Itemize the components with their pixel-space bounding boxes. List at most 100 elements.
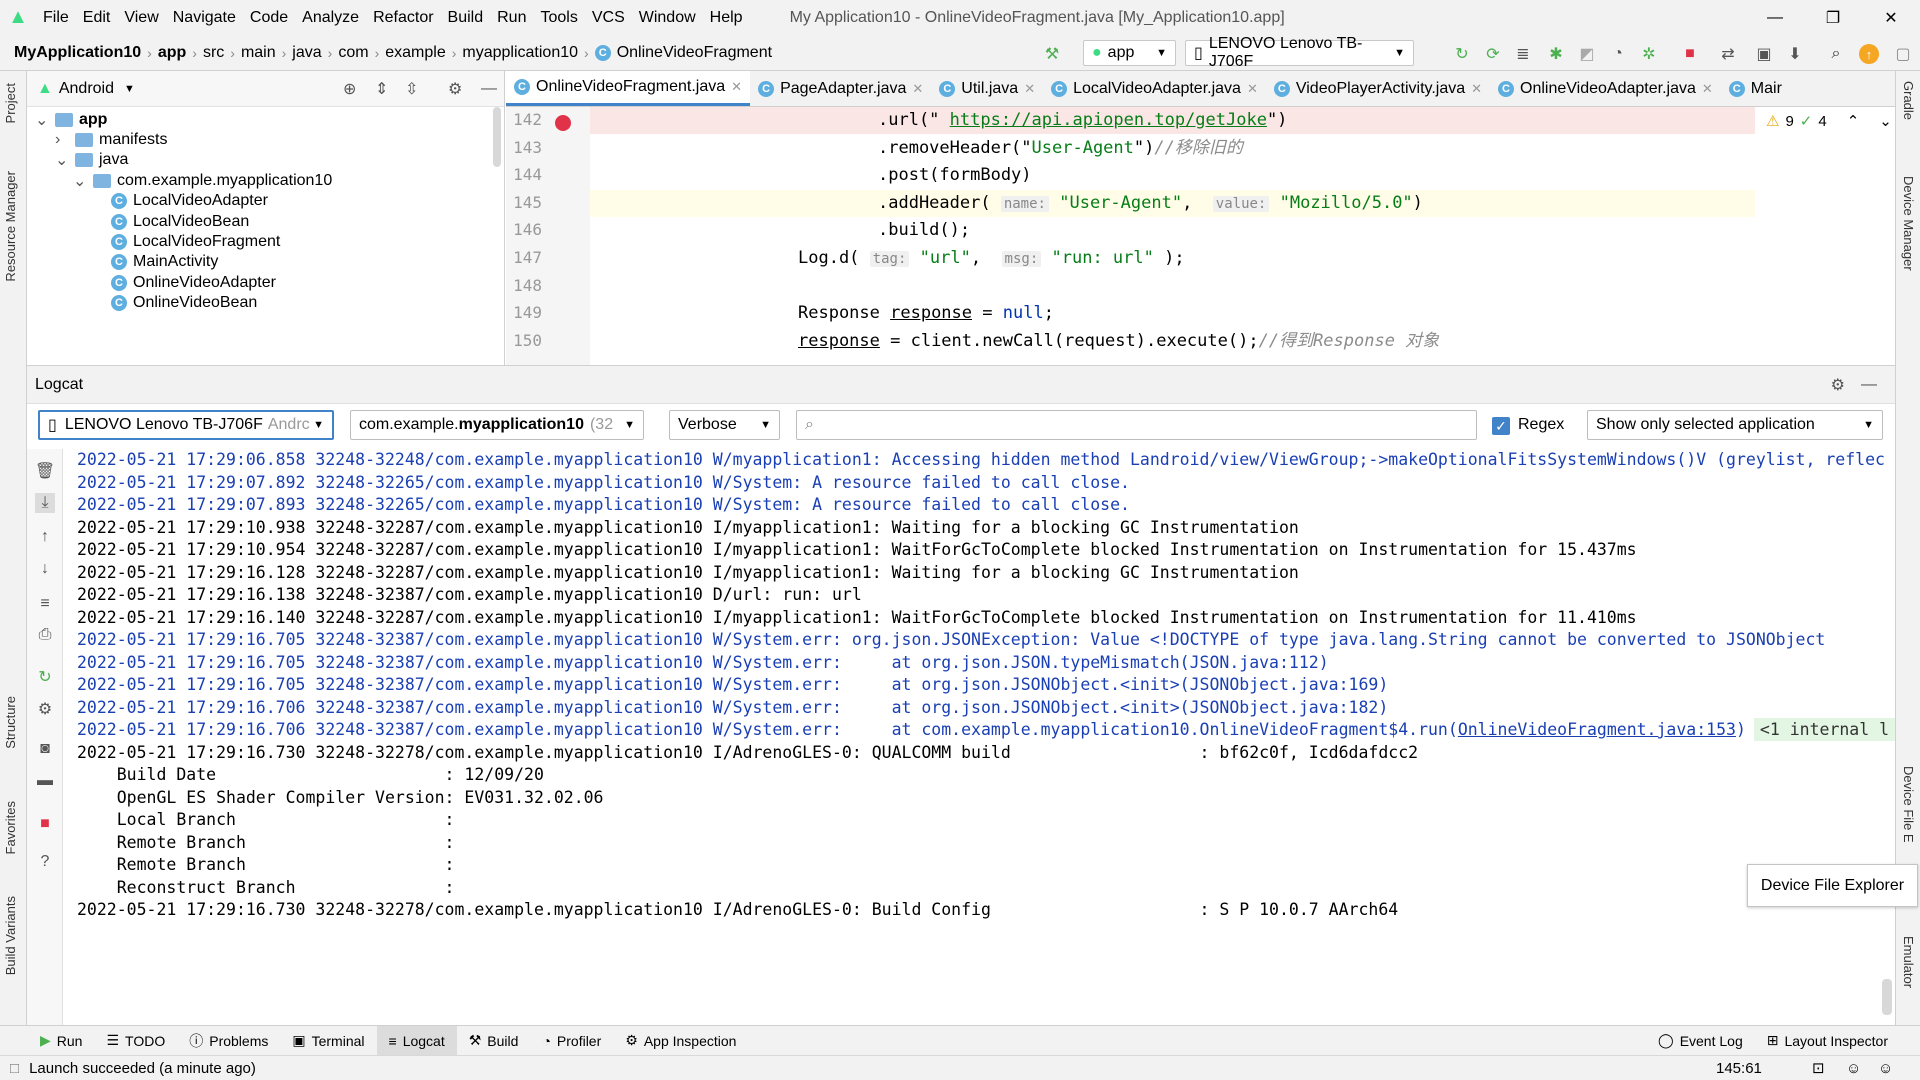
breadcrumb-item[interactable]: main xyxy=(235,44,282,62)
up-arrow-icon[interactable]: ↑ xyxy=(35,527,55,547)
menu-item-navigate[interactable]: Navigate xyxy=(166,9,243,27)
project-tool-tab[interactable]: Project xyxy=(3,83,18,123)
soft-wrap-icon[interactable]: ≡ xyxy=(35,594,55,614)
scroll-to-end-icon[interactable]: ⤓ xyxy=(35,493,55,513)
sync-gradle-icon[interactable]: ⇄ xyxy=(1718,44,1738,64)
build-variants-tool-tab[interactable]: Build Variants xyxy=(3,896,18,975)
gradle-tool-tab[interactable]: Gradle xyxy=(1901,81,1916,120)
sdk-manager-icon[interactable]: ⬇ xyxy=(1785,44,1805,64)
collapse-all-icon[interactable]: ⇳ xyxy=(405,79,418,99)
editor-tab[interactable]: C Mair xyxy=(1721,71,1790,106)
minimize-icon[interactable]: — xyxy=(1746,0,1804,35)
regex-checkbox[interactable]: ✓ xyxy=(1492,417,1510,435)
apply-changes-icon[interactable]: ⟳ xyxy=(1483,44,1503,64)
logcat-search-input[interactable]: ⌕ xyxy=(796,410,1477,440)
package-filter-select[interactable]: com.example. myapplication10 (32 ▼ xyxy=(350,410,644,440)
terminal-tool-button[interactable]: ▣ Terminal xyxy=(280,1026,376,1056)
rerun-icon[interactable]: ↻ xyxy=(1452,44,1472,64)
gear-icon[interactable]: ⚙ xyxy=(35,699,55,719)
breakpoint-icon[interactable] xyxy=(555,115,571,131)
scope-select[interactable]: Show only selected application ▼ xyxy=(1587,410,1883,440)
close-icon[interactable]: ✕ xyxy=(912,81,923,97)
menu-item-tools[interactable]: Tools xyxy=(533,9,584,27)
smiley-icon[interactable]: ☺ xyxy=(1846,1060,1861,1077)
stop-icon[interactable]: ■ xyxy=(35,814,55,834)
build-tool-button[interactable]: ⚒ Build xyxy=(457,1026,531,1056)
camera-icon[interactable]: ◙ xyxy=(35,739,55,759)
menu-item-file[interactable]: File xyxy=(36,9,76,27)
breadcrumb-item[interactable]: example xyxy=(379,44,451,62)
internal-frames-badge[interactable]: <1 internal l xyxy=(1753,718,1895,741)
menu-item-help[interactable]: Help xyxy=(703,9,750,27)
attach-debugger-icon[interactable]: ✲ xyxy=(1639,44,1659,64)
menu-item-window[interactable]: Window xyxy=(632,9,703,27)
gear-icon[interactable]: ⚙ xyxy=(448,79,462,99)
layout-inspector-button[interactable]: ⊞ Layout Inspector xyxy=(1755,1026,1900,1056)
close-icon[interactable]: ✕ xyxy=(1471,81,1482,97)
logcat-scrollbar[interactable] xyxy=(1882,979,1892,1015)
editor-tab[interactable]: C OnlineVideoFragment.java ✕ xyxy=(506,71,751,106)
logcat-output[interactable]: 2022-05-21 17:29:06.858 32248-32248/com.… xyxy=(64,449,1895,1025)
tree-scrollbar[interactable] xyxy=(493,107,501,167)
close-icon[interactable]: ✕ xyxy=(1024,81,1035,97)
restart-icon[interactable]: ↻ xyxy=(35,667,55,687)
logcat-tool-button[interactable]: ≡ Logcat xyxy=(376,1025,457,1056)
breadcrumb-item[interactable]: app xyxy=(152,44,192,62)
structure-tool-tab[interactable]: Structure xyxy=(3,696,18,749)
close-icon[interactable]: ✕ xyxy=(1702,81,1713,97)
coverage-icon[interactable]: ◩ xyxy=(1577,44,1597,64)
breadcrumb-item[interactable]: com xyxy=(332,44,374,62)
editor-tab[interactable]: C Util.java ✕ xyxy=(931,71,1043,106)
log-level-select[interactable]: Verbose ▼ xyxy=(669,410,780,440)
profiler-tool-button[interactable]: ◔ Profiler xyxy=(530,1026,613,1056)
print-icon[interactable]: ⎙ xyxy=(35,625,55,645)
menu-item-code[interactable]: Code xyxy=(243,9,295,27)
status-square-icon[interactable]: □ xyxy=(10,1060,19,1077)
down-arrow-icon[interactable]: ↓ xyxy=(35,559,55,579)
problems-tool-button[interactable]: ⓘ Problems xyxy=(177,1026,280,1056)
hide-icon[interactable]: — xyxy=(481,80,497,98)
breadcrumb-item[interactable]: java xyxy=(286,44,327,62)
lock-icon[interactable]: ⊡ xyxy=(1812,1059,1825,1077)
locate-icon[interactable]: ⊕ xyxy=(343,79,356,99)
app-inspection-tool-button[interactable]: ⚙ App Inspection xyxy=(613,1026,748,1056)
stop-icon[interactable]: ■ xyxy=(1680,44,1700,64)
menu-item-build[interactable]: Build xyxy=(441,9,491,27)
emulator-tool-tab[interactable]: Emulator xyxy=(1901,936,1916,988)
device-file-explorer-tool-tab[interactable]: Device File E xyxy=(1901,766,1916,843)
breadcrumb-item[interactable]: src xyxy=(197,44,230,62)
profile-icon[interactable]: ◔ xyxy=(1608,44,1628,64)
update-icon[interactable]: ↑ xyxy=(1859,44,1879,64)
logcat-list-icon[interactable]: ≣ xyxy=(1513,44,1533,64)
code-editor[interactable]: .url(" https://api.apiopen.top/getJoke")… xyxy=(590,107,1895,365)
debug-icon[interactable]: ✱ xyxy=(1546,44,1566,64)
menu-item-vcs[interactable]: VCS xyxy=(585,9,632,27)
gear-icon[interactable]: ⚙ xyxy=(1831,375,1845,395)
editor-tab[interactable]: C VideoPlayerActivity.java ✕ xyxy=(1266,71,1490,106)
editor-tab[interactable]: C OnlineVideoAdapter.java ✕ xyxy=(1490,71,1721,106)
inspection-widget[interactable]: ⚠ 9 ✓ 4 ⌃ ⌄ xyxy=(1766,112,1892,131)
todo-tool-button[interactable]: ☰ TODO xyxy=(94,1026,177,1056)
project-view-select[interactable]: Android xyxy=(59,80,114,98)
source-link[interactable]: OnlineVideoFragment.java:153 xyxy=(1458,720,1736,739)
menu-item-edit[interactable]: Edit xyxy=(76,9,118,27)
editor-tab[interactable]: C LocalVideoAdapter.java ✕ xyxy=(1043,71,1266,106)
help-icon[interactable]: ? xyxy=(35,852,55,872)
device-filter-select[interactable]: ▯ LENOVO Lenovo TB-J706F Andrc ▼ xyxy=(38,410,334,440)
breadcrumb-item[interactable]: C OnlineVideoFragment xyxy=(589,44,778,62)
favorites-tool-tab[interactable]: Favorites xyxy=(3,801,18,854)
expand-all-icon[interactable]: ⇕ xyxy=(375,79,388,99)
restore-icon[interactable]: ❐ xyxy=(1804,0,1862,35)
chevron-down-icon[interactable]: ⌄ xyxy=(1879,112,1892,130)
device-select[interactable]: ▯ LENOVO Lenovo TB-J706F ▼ xyxy=(1185,35,1414,70)
hide-icon[interactable]: — xyxy=(1861,376,1877,394)
resource-manager-tool-tab[interactable]: Resource Manager xyxy=(3,171,18,282)
avd-manager-icon[interactable]: ▣ xyxy=(1754,44,1774,64)
chevron-up-icon[interactable]: ⌃ xyxy=(1847,112,1860,130)
editor-tab[interactable]: C PageAdapter.java ✕ xyxy=(750,71,931,106)
breadcrumb-item[interactable]: MyApplication10 xyxy=(8,44,147,62)
account-icon[interactable]: ▢ xyxy=(1893,44,1913,64)
menu-item-run[interactable]: Run xyxy=(490,9,533,27)
hammer-build-icon[interactable]: ⚒ xyxy=(1042,44,1062,64)
video-icon[interactable]: ▬ xyxy=(35,771,55,791)
